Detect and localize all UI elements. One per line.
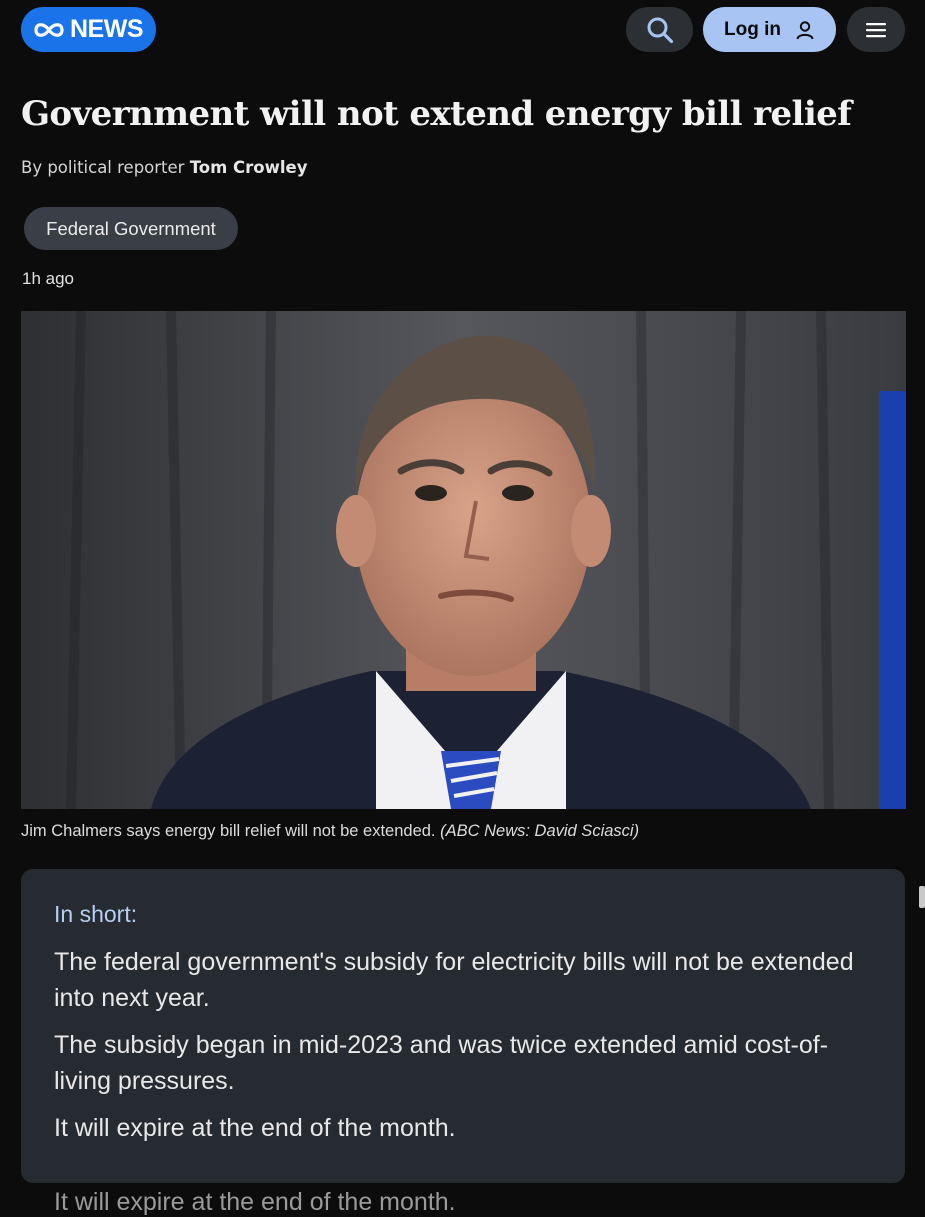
search-button[interactable] [626, 7, 693, 52]
below-fold-text: It will expire at the end of the month. [54, 1188, 456, 1216]
caption-text: Jim Chalmers says energy bill relief wil… [21, 822, 436, 840]
user-icon [796, 20, 814, 39]
logo-text: NEWS [70, 15, 144, 43]
caption-credit: (ABC News: David Sciasci) [440, 822, 640, 840]
summary-point: The subsidy began in mid-2023 and was tw… [54, 1031, 829, 1095]
article-headline: Government will not extend energy bill r… [21, 94, 852, 134]
summary-point: The federal government's subsidy for ele… [54, 948, 854, 1012]
login-label: Log in [724, 18, 781, 40]
login-button[interactable]: Log in [703, 7, 836, 52]
abc-lissajous-icon [34, 22, 64, 37]
byline-prefix: By political reporter [21, 158, 185, 177]
photo-caption: Jim Chalmers says energy bill relief wil… [21, 822, 639, 841]
hamburger-menu-icon [866, 22, 886, 37]
scrollbar-thumb[interactable] [919, 886, 925, 908]
top-nav-bar: NEWS Log in [0, 0, 925, 60]
in-short-summary: In short: The federal government's subsi… [21, 869, 905, 1183]
timestamp: 1h ago [22, 269, 74, 288]
byline: By political reporter Tom Crowley [21, 158, 307, 177]
article-photo [21, 311, 906, 809]
abc-news-logo[interactable]: NEWS [21, 7, 156, 52]
search-icon [647, 17, 673, 43]
menu-button[interactable] [847, 7, 905, 52]
author-link[interactable]: Tom Crowley [190, 158, 308, 177]
topic-tag[interactable]: Federal Government [24, 207, 238, 250]
summary-title: In short: [54, 901, 138, 927]
summary-point: It will expire at the end of the month. [54, 1114, 456, 1142]
photo-illustration [21, 311, 906, 809]
